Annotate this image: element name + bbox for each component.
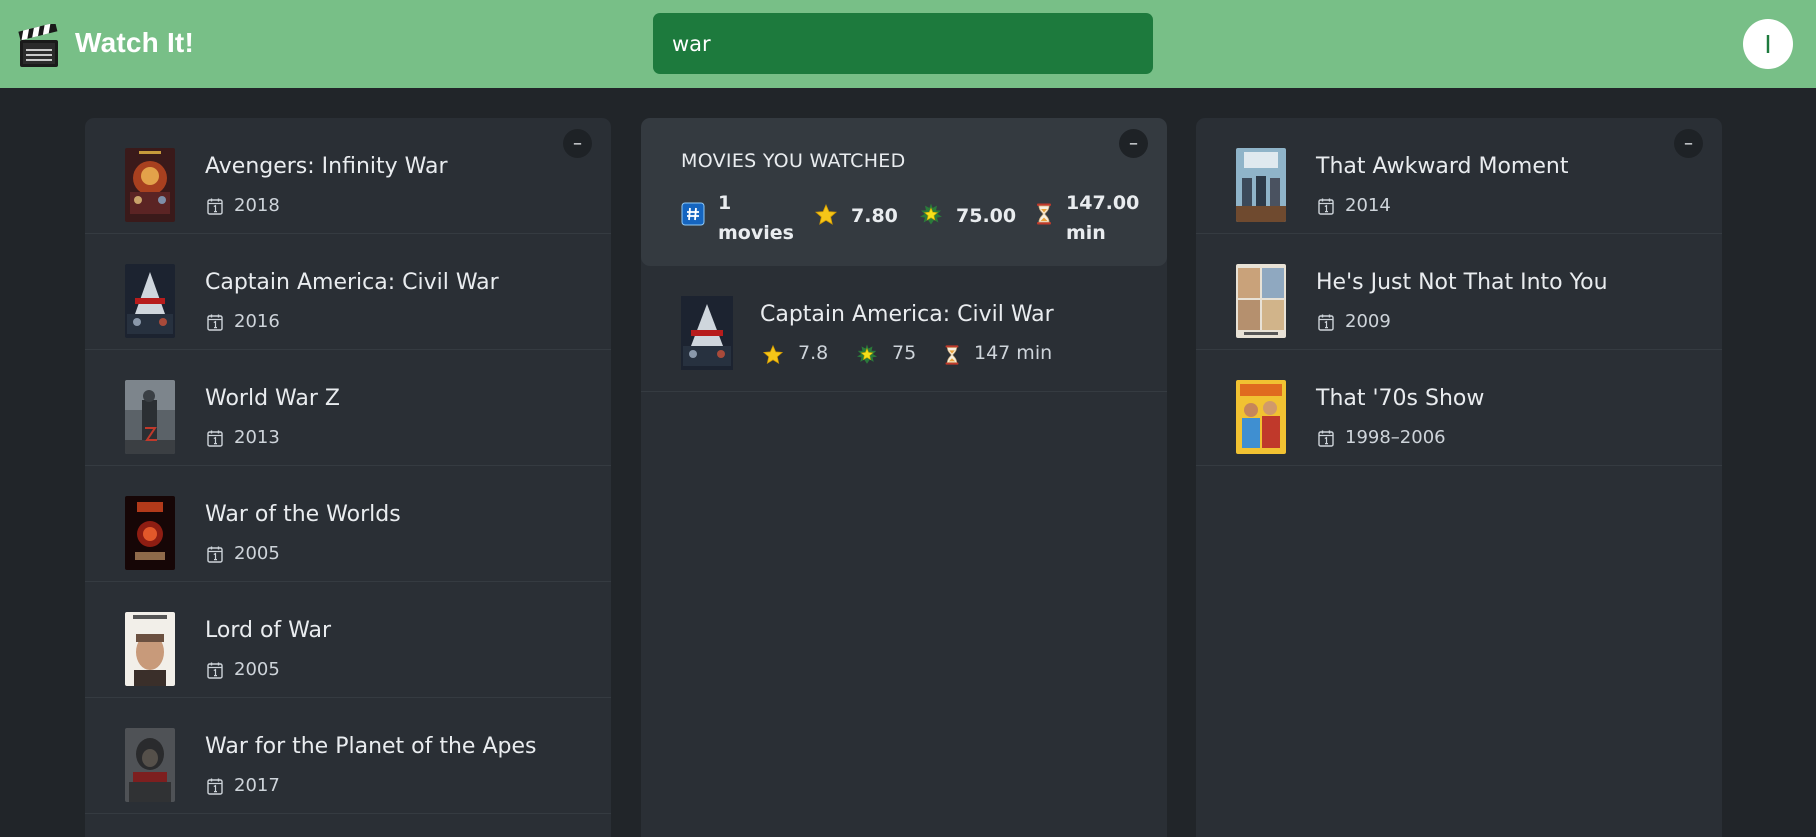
movie-score: 75 — [892, 342, 917, 364]
movie-title: War for the Planet of the Apes — [205, 734, 537, 759]
list-item[interactable]: War of the Worlds 2005 — [85, 466, 611, 582]
movie-poster — [125, 496, 175, 570]
watched-count-number: 1 — [718, 192, 732, 214]
movie-poster — [125, 612, 175, 686]
calendar-icon — [207, 198, 223, 215]
movie-year: 1998–2006 — [1345, 427, 1446, 448]
watched-heading: MOVIES YOU WATCHED — [681, 150, 906, 172]
movie-poster — [125, 148, 175, 222]
calendar-icon — [207, 430, 223, 447]
watched-panel: – MOVIES YOU WATCHED 1 movies 7.80 75.00… — [641, 118, 1167, 837]
movie-year: 2017 — [234, 775, 280, 796]
total-runtime: 147.00 min — [1066, 188, 1139, 248]
watched-count-unit: movies — [718, 222, 794, 244]
list-item[interactable]: Captain America: Civil War 2016 — [85, 234, 611, 350]
watched-summary: – MOVIES YOU WATCHED 1 movies 7.80 75.00… — [641, 118, 1167, 266]
list-item[interactable]: That Awkward Moment 2014 — [1196, 118, 1722, 234]
hourglass-icon — [1032, 202, 1056, 226]
star-icon — [814, 203, 838, 227]
total-runtime-unit: min — [1066, 222, 1106, 244]
list-item[interactable]: Avengers: Infinity War 2018 — [85, 118, 611, 234]
movie-title: Avengers: Infinity War — [205, 154, 448, 179]
list-item[interactable]: Lord of War 2005 — [85, 582, 611, 698]
movie-year: 2009 — [1345, 311, 1391, 332]
calendar-icon — [207, 546, 223, 563]
movie-year: 2005 — [234, 659, 280, 680]
total-runtime-number: 147.00 — [1066, 192, 1140, 214]
movie-title: Lord of War — [205, 618, 332, 643]
watched-count: 1 movies — [718, 188, 794, 248]
movie-title: Captain America: Civil War — [205, 270, 499, 295]
movie-title: That Awkward Moment — [1316, 154, 1569, 179]
movie-year: 2005 — [234, 543, 280, 564]
glowing-star-icon — [856, 344, 878, 366]
collapse-recommendations-button[interactable]: – — [1674, 129, 1703, 158]
movie-title: He's Just Not That Into You — [1316, 270, 1608, 295]
movie-poster — [125, 264, 175, 338]
collapse-results-button[interactable]: – — [563, 129, 592, 158]
list-item[interactable]: War for the Planet of the Apes 2017 — [85, 698, 611, 814]
calendar-icon — [1318, 430, 1334, 447]
watched-movie[interactable]: Captain America: Civil War 7.8 75 147 mi… — [641, 266, 1167, 392]
movie-rating: 7.8 — [798, 342, 829, 364]
search-input[interactable] — [653, 13, 1153, 74]
movie-title: Captain America: Civil War — [760, 302, 1054, 327]
avg-rating: 7.80 — [851, 205, 898, 227]
clapperboard-icon — [18, 24, 58, 67]
movie-title: World War Z — [205, 386, 340, 411]
movie-poster — [1236, 380, 1286, 454]
collapse-watched-button[interactable]: – — [1119, 129, 1148, 158]
movie-year: 2018 — [234, 195, 280, 216]
star-icon — [762, 344, 784, 366]
calendar-icon — [1318, 198, 1334, 215]
calendar-icon — [1318, 314, 1334, 331]
movie-poster — [1236, 264, 1286, 338]
calendar-icon — [207, 662, 223, 679]
top-bar: Watch It! I — [0, 0, 1816, 88]
list-item[interactable]: He's Just Not That Into You 2009 — [1196, 234, 1722, 350]
movie-year: 2013 — [234, 427, 280, 448]
movie-year: 2016 — [234, 311, 280, 332]
movie-poster — [1236, 148, 1286, 222]
hourglass-icon — [941, 344, 963, 366]
search-results-panel: – Avengers: Infinity War 2018 Captain Am… — [85, 118, 611, 837]
movie-title: War of the Worlds — [205, 502, 401, 527]
movie-poster — [681, 296, 733, 370]
movie-runtime: 147 min — [974, 342, 1053, 364]
movie-poster — [125, 380, 175, 454]
calendar-icon — [207, 314, 223, 331]
glowing-star-icon — [919, 203, 943, 227]
hash-icon — [681, 202, 705, 226]
movie-title: That '70s Show — [1316, 386, 1485, 411]
list-item[interactable]: That '70s Show 1998–2006 — [1196, 350, 1722, 466]
list-item[interactable]: World War Z 2013 — [85, 350, 611, 466]
movie-poster — [125, 728, 175, 802]
calendar-icon — [207, 778, 223, 795]
app-title[interactable]: Watch It! — [75, 27, 194, 59]
movie-year: 2014 — [1345, 195, 1391, 216]
user-avatar[interactable]: I — [1743, 19, 1793, 69]
recommendations-panel: – That Awkward Moment 2014 He's Just Not… — [1196, 118, 1722, 837]
avg-score: 75.00 — [956, 205, 1017, 227]
